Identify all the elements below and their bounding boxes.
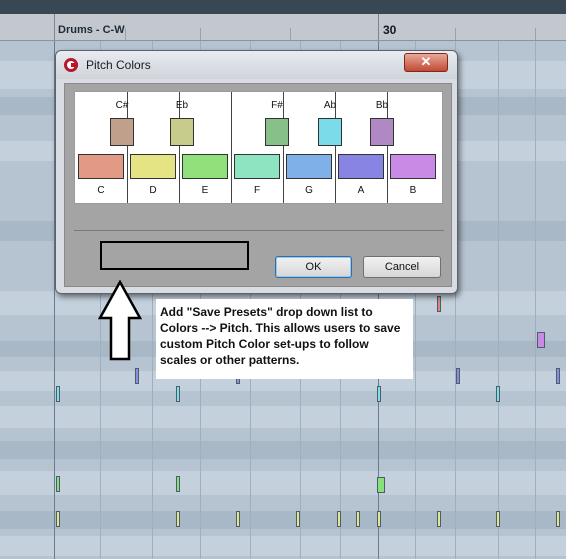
black-key-label: Ab: [323, 100, 337, 111]
note-event[interactable]: [377, 477, 385, 493]
callout-line: Colors --> Pitch. This allows users to s…: [160, 321, 401, 335]
dialog-title: Pitch Colors: [86, 58, 151, 72]
note-event[interactable]: [356, 511, 360, 527]
color-swatch-e[interactable]: [182, 154, 228, 179]
white-key-label: D: [149, 185, 157, 196]
callout-line: scales or other patterns.: [160, 353, 300, 367]
note-event[interactable]: [456, 368, 460, 384]
color-swatch-d[interactable]: [130, 154, 176, 179]
note-event[interactable]: [496, 386, 500, 402]
grid-lane: [0, 406, 566, 428]
white-key-label: A: [357, 185, 365, 196]
up-arrow-icon: [98, 280, 142, 361]
note-event[interactable]: [337, 511, 341, 527]
callout-line: Add "Save Presets" drop down list to: [160, 305, 373, 319]
ruler-top-strip: [0, 0, 566, 14]
grid-lane: [0, 471, 566, 495]
note-event[interactable]: [437, 296, 441, 312]
note-event[interactable]: [556, 368, 560, 384]
grid-lane: [0, 511, 566, 529]
ruler-tick: [290, 28, 291, 40]
note-event[interactable]: [437, 511, 441, 527]
close-button[interactable]: ✕: [404, 53, 448, 72]
black-key-label: C#: [115, 100, 129, 111]
timeline-ruler[interactable]: Drums - C-W 30: [0, 0, 566, 41]
note-event[interactable]: [496, 511, 500, 527]
separator: [74, 230, 444, 231]
color-swatch-c[interactable]: [78, 154, 124, 179]
color-swatch-f[interactable]: [234, 154, 280, 179]
ruler-tick: [378, 14, 379, 40]
white-key-label: C: [97, 185, 105, 196]
white-key-label: F: [253, 185, 261, 196]
ruler-tick: [125, 28, 126, 40]
black-key-label: Bb: [375, 100, 389, 111]
note-event[interactable]: [56, 511, 60, 527]
note-event[interactable]: [537, 332, 545, 348]
grid-lane: [0, 441, 566, 459]
annotation-callout: Add "Save Presets" drop down list to Col…: [156, 299, 413, 379]
callout-line: custom Pitch Color set-ups to follow: [160, 337, 369, 351]
note-event[interactable]: [176, 476, 180, 492]
note-event[interactable]: [556, 511, 560, 527]
cancel-button[interactable]: Cancel: [363, 256, 441, 278]
ruler-tick: [200, 28, 201, 40]
ok-button[interactable]: OK: [275, 256, 352, 278]
note-event[interactable]: [56, 476, 60, 492]
note-event[interactable]: [135, 368, 139, 384]
color-swatch-g[interactable]: [286, 154, 332, 179]
note-event[interactable]: [176, 386, 180, 402]
color-swatch-a[interactable]: [338, 154, 384, 179]
note-event[interactable]: [236, 511, 240, 527]
black-key-label: F#: [271, 100, 283, 111]
color-swatch-c-sharp[interactable]: [110, 118, 134, 146]
grid-lane: [0, 536, 566, 556]
note-event[interactable]: [56, 386, 60, 402]
beat-line: [535, 41, 536, 559]
color-swatch-e-flat[interactable]: [170, 118, 194, 146]
ruler-tick: [455, 28, 456, 40]
color-swatch-b-flat[interactable]: [370, 118, 394, 146]
white-key-label: E: [201, 185, 209, 196]
ruler-tick: [535, 28, 536, 40]
dialog-titlebar[interactable]: Pitch Colors ✕: [56, 51, 457, 79]
beat-line: [498, 41, 499, 559]
note-event[interactable]: [377, 511, 381, 527]
note-event[interactable]: [296, 511, 300, 527]
track-label: Drums - C-W: [58, 24, 125, 36]
note-event[interactable]: [377, 386, 381, 402]
cubase-logo-icon: [64, 58, 78, 72]
ruler-tick: [54, 14, 55, 40]
color-swatch-b[interactable]: [390, 154, 436, 179]
bar-number: 30: [383, 23, 397, 37]
color-swatch-f-sharp[interactable]: [265, 118, 289, 146]
white-key-label: B: [409, 185, 417, 196]
white-key-label: G: [305, 185, 313, 196]
pitch-keyboard: C# Eb F# Ab Bb C D E F G A B: [74, 91, 443, 204]
color-swatch-a-flat[interactable]: [318, 118, 342, 146]
note-event[interactable]: [176, 511, 180, 527]
black-key-label: Eb: [175, 100, 189, 111]
proposed-presets-dropdown-outline: [100, 241, 249, 270]
